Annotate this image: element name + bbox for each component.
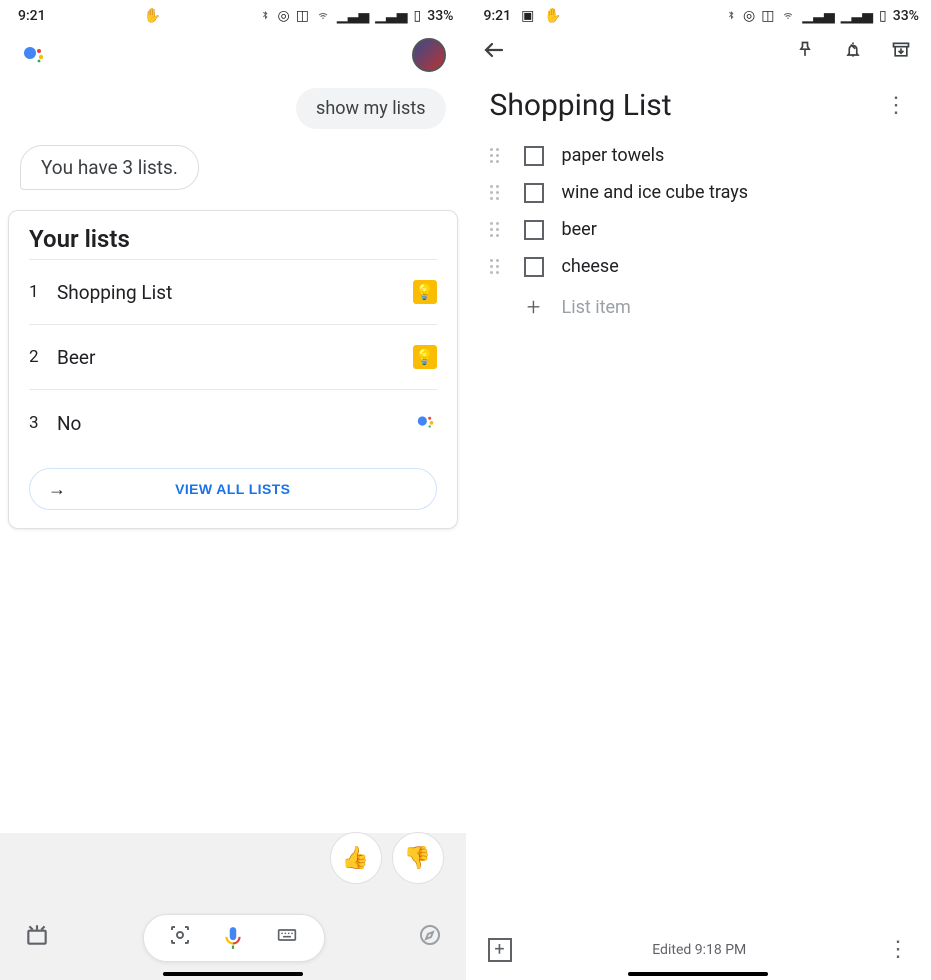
item-text[interactable]: paper towels xyxy=(562,145,665,166)
lists-card: Your lists 1 Shopping List 💡 2 Beer 💡 3 … xyxy=(8,210,458,529)
more-icon[interactable]: ⋮ xyxy=(887,937,909,962)
clock: 9:21 xyxy=(18,8,46,24)
list-item[interactable]: cheese xyxy=(490,248,908,285)
battery-pct: 33% xyxy=(427,8,453,24)
drag-handle-icon[interactable] xyxy=(490,148,506,163)
list-name: Shopping List xyxy=(57,281,413,304)
battery-icon: ▯ xyxy=(414,8,422,24)
home-indicator[interactable] xyxy=(163,972,303,976)
list-number: 2 xyxy=(29,347,57,367)
vibrate-icon: ◫ xyxy=(761,8,774,24)
battery-icon: ▯ xyxy=(879,8,887,24)
keep-icon: 💡 xyxy=(413,345,437,369)
keyboard-icon[interactable] xyxy=(274,925,300,951)
vibrate-icon: ◫ xyxy=(296,8,309,24)
bluetooth-icon xyxy=(259,9,271,23)
keep-icon: 💡 xyxy=(413,280,437,304)
list-item[interactable]: wine and ice cube trays xyxy=(490,174,908,211)
signal-icon: ▁▃▅ xyxy=(802,8,834,24)
item-text[interactable]: wine and ice cube trays xyxy=(562,182,749,203)
wifi-icon xyxy=(315,10,331,22)
page-title[interactable]: Shopping List xyxy=(490,88,672,123)
profile-avatar[interactable] xyxy=(412,38,446,72)
list-number: 3 xyxy=(29,413,57,433)
input-pill xyxy=(143,914,325,962)
archive-icon[interactable] xyxy=(891,40,911,64)
status-bar: 9:21 ▣ ✋ ◎ ◫ ▁▃▅ ▁▃▅ ▯ 33% xyxy=(466,0,931,24)
arrow-right-icon: → xyxy=(48,479,66,500)
touch-icon: ✋ xyxy=(544,8,561,24)
back-button[interactable] xyxy=(482,38,506,66)
assistant-logo-icon xyxy=(22,44,46,66)
drag-handle-icon[interactable] xyxy=(490,185,506,200)
items-list: paper towels wine and ice cube trays bee… xyxy=(466,137,931,329)
clock: 9:21 xyxy=(484,8,512,24)
checkbox[interactable] xyxy=(524,220,544,240)
view-all-label: VIEW ALL LISTS xyxy=(175,481,290,497)
item-text[interactable]: cheese xyxy=(562,256,619,277)
location-icon: ◎ xyxy=(277,8,289,24)
image-icon: ▣ xyxy=(521,8,534,24)
assistant-icon xyxy=(415,410,437,436)
list-item[interactable]: paper towels xyxy=(490,137,908,174)
signal2-icon: ▁▃▅ xyxy=(375,8,407,24)
wifi-icon xyxy=(780,10,796,22)
home-indicator[interactable] xyxy=(628,972,768,976)
assistant-message-bubble: You have 3 lists. xyxy=(20,145,199,190)
list-row[interactable]: 3 No xyxy=(29,389,437,456)
list-item[interactable]: beer xyxy=(490,211,908,248)
item-text[interactable]: beer xyxy=(562,219,597,240)
signal-icon: ▁▃▅ xyxy=(337,8,369,24)
signal2-icon: ▁▃▅ xyxy=(841,8,873,24)
more-icon[interactable]: ⋮ xyxy=(885,93,907,118)
drag-handle-icon[interactable] xyxy=(490,259,506,274)
user-message-bubble: show my lists xyxy=(296,88,445,129)
add-item-row[interactable]: + List item xyxy=(490,285,908,329)
card-title: Your lists xyxy=(29,225,437,253)
list-row[interactable]: 2 Beer 💡 xyxy=(29,324,437,389)
reminder-icon[interactable] xyxy=(843,39,863,65)
location-icon: ◎ xyxy=(743,8,755,24)
thumbs-down-button[interactable]: 👎 xyxy=(392,832,444,884)
edited-timestamp: Edited 9:18 PM xyxy=(652,942,746,958)
battery-pct: 33% xyxy=(893,8,919,24)
lens-icon[interactable] xyxy=(168,923,192,953)
checkbox[interactable] xyxy=(524,257,544,277)
mic-icon[interactable] xyxy=(220,924,246,952)
list-name: Beer xyxy=(57,346,413,369)
list-row[interactable]: 1 Shopping List 💡 xyxy=(29,259,437,324)
list-number: 1 xyxy=(29,282,57,302)
thumbs-up-button[interactable]: 👍 xyxy=(330,832,382,884)
add-button[interactable]: + xyxy=(488,938,512,962)
drag-handle-icon[interactable] xyxy=(490,222,506,237)
checkbox[interactable] xyxy=(524,146,544,166)
add-item-placeholder: List item xyxy=(562,297,631,318)
view-all-lists-button[interactable]: → VIEW ALL LISTS xyxy=(29,468,437,510)
touch-icon: ✋ xyxy=(144,8,161,24)
explore-icon[interactable] xyxy=(418,923,442,953)
plus-icon: + xyxy=(524,293,544,321)
list-name: No xyxy=(57,412,415,435)
pin-icon[interactable] xyxy=(795,39,815,65)
bluetooth-icon xyxy=(725,9,737,23)
status-bar: 9:21 ✋ ◎ ◫ ▁▃▅ ▁▃▅ ▯ 33% xyxy=(0,0,466,24)
checkbox[interactable] xyxy=(524,183,544,203)
updates-icon[interactable] xyxy=(24,922,50,954)
